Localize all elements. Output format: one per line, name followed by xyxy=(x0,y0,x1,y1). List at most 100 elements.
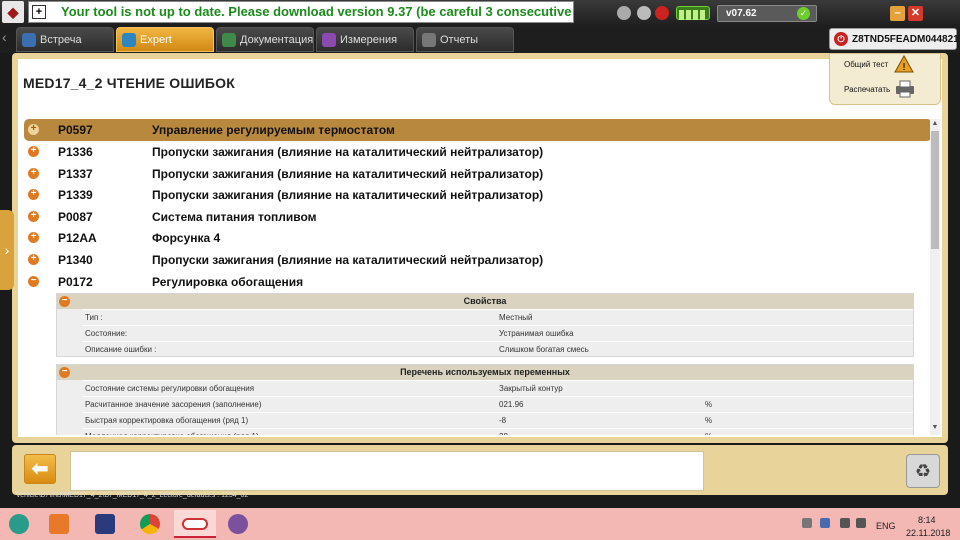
fault-description: Пропуски зажигания (влияние на каталитич… xyxy=(152,253,544,267)
settings-icon[interactable] xyxy=(637,6,651,20)
collapse-icon[interactable]: − xyxy=(59,296,70,307)
info-icon[interactable] xyxy=(617,6,631,20)
fault-description: Пропуски зажигания (влияние на каталитич… xyxy=(152,167,544,181)
main-panel: MED17_4_2 ЧТЕНИЕ ОШИБОК + P0597 Управлен… xyxy=(12,53,948,443)
fault-row[interactable]: + P1339 Пропуски зажигания (влияние на к… xyxy=(24,184,932,206)
fault-code: P0087 xyxy=(58,210,93,224)
variable-value: 021.96 xyxy=(499,400,524,409)
print-button[interactable]: Распечатать xyxy=(844,85,890,94)
expand-icon[interactable]: + xyxy=(28,189,39,200)
fault-row[interactable]: − P0172 Регулировка обогащения xyxy=(24,271,932,293)
tab-label: Отчеты xyxy=(440,34,479,46)
property-key: Описание ошибки : xyxy=(85,345,157,354)
vin-box[interactable]: ⏻ Z8TND5FEADM044821 xyxy=(829,28,959,50)
property-row: Состояние: Устранимая ошибка xyxy=(83,325,913,341)
version-box: v07.62 ✓ xyxy=(717,5,817,22)
property-value: Устранимая ошибка xyxy=(499,329,574,338)
record-icon[interactable] xyxy=(655,6,669,20)
expand-icon[interactable]: + xyxy=(28,232,39,243)
tab-expert[interactable]: Expert xyxy=(116,27,214,52)
global-test-button[interactable]: Общий тест xyxy=(844,60,888,69)
language-indicator[interactable]: ENG xyxy=(876,521,896,531)
save-icon xyxy=(95,514,115,534)
tab-measurements[interactable]: Измерения xyxy=(316,27,414,52)
tab-bar: ‹ Встреча Expert Документация Измерения … xyxy=(0,26,960,53)
expand-icon[interactable]: + xyxy=(28,124,39,135)
property-key: Тип : xyxy=(85,313,103,322)
property-key: Состояние: xyxy=(85,329,128,338)
fault-description: Форсунка 4 xyxy=(152,231,221,245)
media-player-icon xyxy=(49,514,69,534)
fault-description: Пропуски зажигания (влияние на каталитич… xyxy=(152,145,544,159)
collapse-icon[interactable]: − xyxy=(28,276,39,287)
fault-row[interactable]: + P0597 Управление регулируемым термоста… xyxy=(24,119,932,141)
fault-row[interactable]: + P1340 Пропуски зажигания (влияние на к… xyxy=(24,249,932,271)
fault-description: Система питания топливом xyxy=(152,210,317,224)
tray-app-icon[interactable] xyxy=(820,518,830,528)
fault-reading-panel: MED17_4_2 ЧТЕНИЕ ОШИБОК + P0597 Управлен… xyxy=(18,59,942,437)
expand-icon[interactable]: + xyxy=(28,146,39,157)
plus-box-icon[interactable]: + xyxy=(32,5,46,19)
tab-reports[interactable]: Отчеты xyxy=(416,27,514,52)
vin-label: Z8TND5FEADM044821 xyxy=(852,34,959,45)
expand-icon[interactable]: + xyxy=(28,254,39,265)
scroll-down-icon[interactable]: ▼ xyxy=(931,424,939,434)
fault-code: P0172 xyxy=(58,275,93,289)
expert-icon xyxy=(122,33,136,47)
fault-row[interactable]: + P1337 Пропуски зажигания (влияние на к… xyxy=(24,163,932,185)
power-icon[interactable]: ⏻ xyxy=(834,32,848,46)
properties-header: Свойства xyxy=(57,294,913,309)
clock-time[interactable]: 8:14 xyxy=(918,515,936,525)
fault-code: P12AA xyxy=(58,231,97,245)
fault-row[interactable]: + P1336 Пропуски зажигания (влияние на к… xyxy=(24,141,932,163)
taskbar-app[interactable] xyxy=(131,510,169,538)
properties-block: Свойства − Тип : Местный Состояние: Устр… xyxy=(56,293,914,357)
battery-icon xyxy=(676,6,710,20)
bottom-bar: ⬅ ♻ xyxy=(12,445,948,495)
fault-description: Регулировка обогащения xyxy=(152,275,304,289)
variable-unit: % xyxy=(705,432,712,435)
variable-key: Состояние системы регулировки обогащения xyxy=(85,384,255,393)
minimize-button[interactable]: – xyxy=(890,6,905,21)
fault-row[interactable]: + P0087 Система питания топливом xyxy=(24,206,932,228)
clock-date[interactable]: 22.11.2018 xyxy=(906,528,950,538)
taskbar-app[interactable] xyxy=(40,510,78,538)
variable-value: Закрытый контур xyxy=(499,384,563,393)
update-notice: + Your tool is not up to date. Please do… xyxy=(28,1,574,23)
collapse-icon[interactable]: − xyxy=(59,367,70,378)
reports-icon xyxy=(422,33,436,47)
scroll-up-icon[interactable]: ▲ xyxy=(931,120,939,130)
chevron-left-icon[interactable]: ‹ xyxy=(2,29,14,51)
battery-tray-icon[interactable] xyxy=(840,518,850,528)
recycle-bin-button[interactable]: ♻ xyxy=(906,454,940,488)
network-icon[interactable] xyxy=(856,518,866,528)
version-label: v07.62 xyxy=(726,8,757,19)
expand-icon[interactable]: + xyxy=(28,211,39,222)
close-button[interactable]: ✕ xyxy=(908,6,923,21)
tab-documentation[interactable]: Документация xyxy=(216,27,314,52)
scrollbar[interactable]: ▲ ▼ xyxy=(930,119,940,435)
page-title: MED17_4_2 ЧТЕНИЕ ОШИБОК xyxy=(23,75,235,91)
scroll-thumb[interactable] xyxy=(931,131,939,249)
variable-key: Расчитанное значение засорения (заполнен… xyxy=(85,400,262,409)
start-icon xyxy=(9,514,29,534)
expand-icon[interactable]: + xyxy=(28,168,39,179)
fault-code: P0597 xyxy=(58,123,93,137)
actions-panel: Общий тест ! Распечатать xyxy=(829,53,941,105)
taskbar-app[interactable] xyxy=(86,510,124,538)
fault-code: P1339 xyxy=(58,188,93,202)
taskbar-app[interactable] xyxy=(219,510,257,538)
variable-key: Медленная корректировка обогащения (ряд … xyxy=(85,432,259,435)
message-box xyxy=(70,451,704,491)
fault-code: P1340 xyxy=(58,253,93,267)
variable-unit: % xyxy=(705,400,713,409)
fault-description: Пропуски зажигания (влияние на каталитич… xyxy=(152,188,544,202)
taskbar-app-active[interactable] xyxy=(174,510,216,538)
start-button[interactable] xyxy=(0,510,38,538)
fault-row[interactable]: + P12AA Форсунка 4 xyxy=(24,227,932,249)
tab-meeting[interactable]: Встреча xyxy=(16,27,114,52)
tray-arrow-icon[interactable] xyxy=(802,518,812,528)
variable-row: Медленная корректировка обогащения (ряд … xyxy=(83,428,913,435)
back-arrow-button[interactable]: ⬅ xyxy=(24,454,56,484)
side-expand-tab[interactable]: › xyxy=(0,210,14,290)
